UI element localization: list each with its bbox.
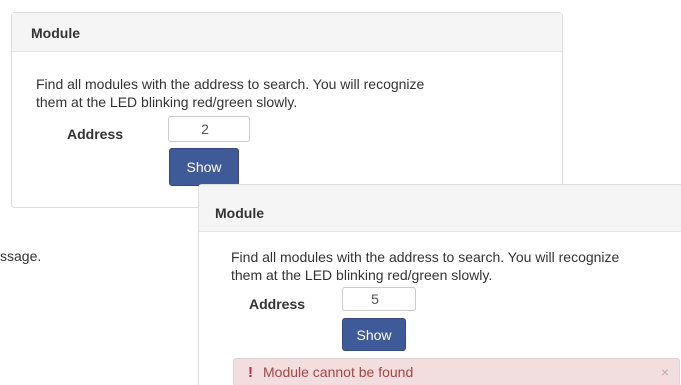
panel-1-description: Find all modules with the address to sea… bbox=[36, 75, 556, 111]
panel-1-description-line2: them at the LED blinking red/green slowl… bbox=[36, 94, 298, 110]
exclamation-icon: ! bbox=[248, 363, 253, 381]
panel-2-address-label: Address bbox=[249, 296, 306, 312]
panel-1-address-input[interactable] bbox=[168, 116, 250, 142]
panel-2-heading: Module bbox=[199, 185, 681, 232]
alert-message: Module cannot be found bbox=[263, 364, 414, 380]
close-icon[interactable]: × bbox=[661, 364, 669, 380]
panel-2-show-button[interactable]: Show bbox=[342, 318, 406, 351]
panel-1-title: Module bbox=[31, 25, 80, 41]
module-panel-2: Module Find all modules with the address… bbox=[198, 184, 681, 385]
panel-1-show-button[interactable]: Show bbox=[169, 148, 239, 186]
panel-2-title: Module bbox=[215, 205, 264, 221]
stage: Module Find all modules with the address… bbox=[0, 0, 681, 385]
panel-1-heading: Module bbox=[12, 13, 562, 52]
alert-not-found: ! Module cannot be found × bbox=[233, 358, 680, 385]
side-text-fragment: ssage. bbox=[0, 248, 42, 264]
panel-2-description-line2: them at the LED blinking red/green slowl… bbox=[231, 267, 493, 283]
panel-2-address-input[interactable] bbox=[342, 287, 416, 311]
panel-1-address-label: Address bbox=[67, 126, 124, 142]
panel-1-description-line1: Find all modules with the address to sea… bbox=[36, 76, 425, 92]
module-panel-1: Module Find all modules with the address… bbox=[11, 12, 563, 208]
panel-2-description: Find all modules with the address to sea… bbox=[231, 248, 681, 284]
panel-2-description-line1: Find all modules with the address to sea… bbox=[231, 249, 620, 265]
